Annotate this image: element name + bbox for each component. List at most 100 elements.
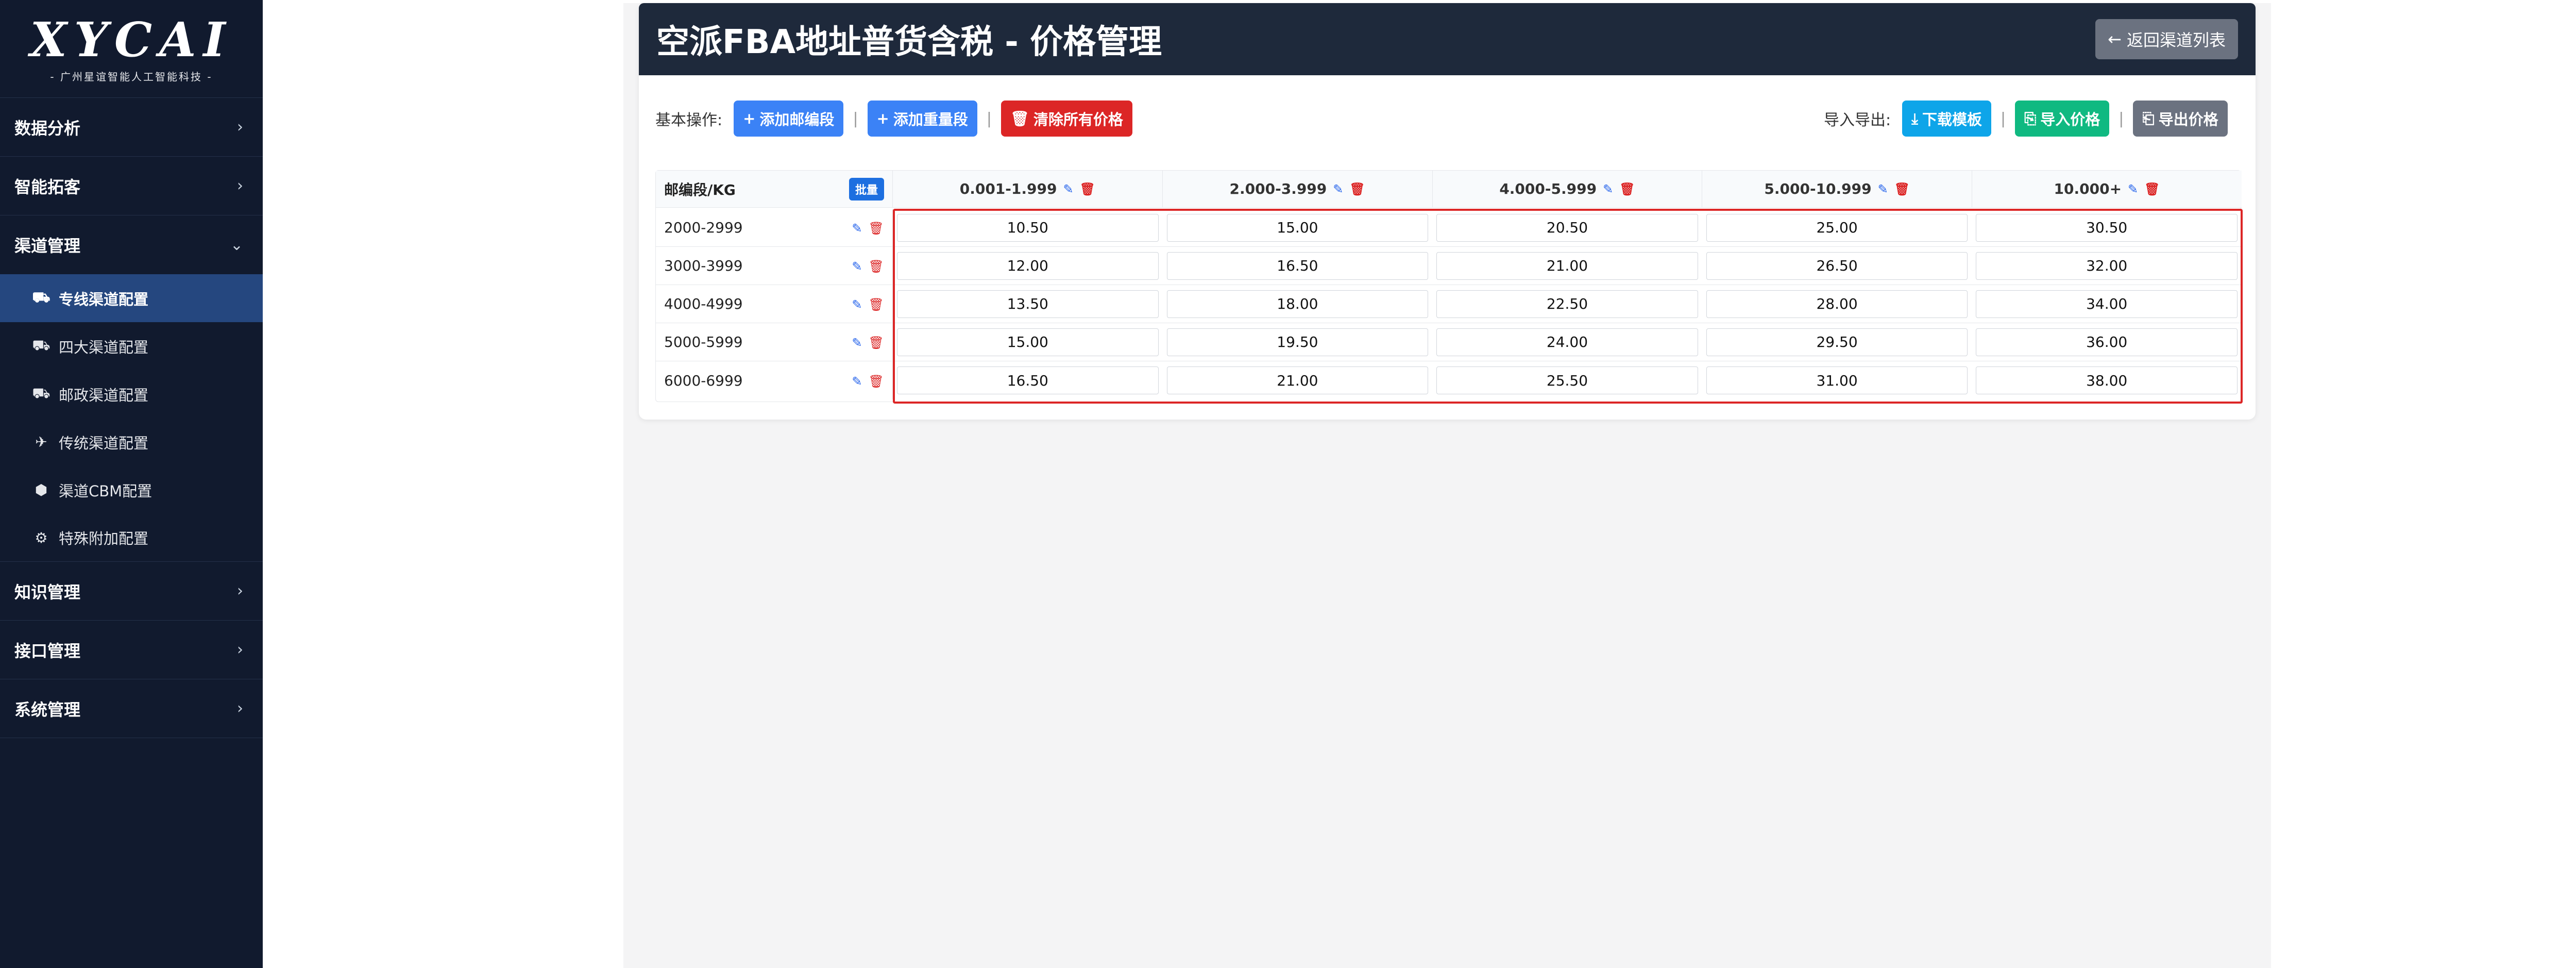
table-row: 2000-2999 ✎ 🗑 10.50 15.00 20.50 25.00 30.…	[656, 209, 2242, 247]
import-prices-label: 导入价格	[2040, 111, 2100, 128]
price-input[interactable]: 20.50	[1436, 213, 1698, 242]
price-input[interactable]: 10.50	[897, 213, 1159, 242]
sidebar-item-cbm-channel[interactable]: ⬢ 渠道CBM配置	[0, 466, 263, 514]
sidebar-group-knowledge[interactable]: 知识管理 ›	[0, 562, 263, 621]
trash-icon[interactable]: 🗑	[1619, 182, 1635, 196]
trash-icon[interactable]: 🗑	[869, 374, 884, 389]
weight-header-2: 4.000-5.999 ✎ 🗑	[1433, 171, 1703, 207]
edit-icon[interactable]: ✎	[1063, 182, 1073, 196]
trash-icon[interactable]: 🗑	[869, 221, 884, 236]
edit-icon[interactable]: ✎	[1878, 182, 1888, 196]
trash-icon[interactable]: 🗑	[869, 297, 884, 312]
trash-icon[interactable]: 🗑	[869, 336, 884, 350]
weight-header-4: 10.000+ ✎ 🗑	[1972, 171, 2242, 207]
price-input[interactable]: 24.00	[1436, 328, 1698, 356]
price-input[interactable]: 25.00	[1706, 213, 1968, 242]
price-input[interactable]: 21.00	[1436, 252, 1698, 280]
price-input[interactable]: 22.50	[1436, 290, 1698, 318]
price-input[interactable]: 16.50	[897, 366, 1159, 394]
edit-icon[interactable]: ✎	[852, 259, 862, 274]
content-gutter-right	[2271, 3, 2576, 968]
sidebar-item-dedicated-channel[interactable]: ⛟ 专线渠道配置	[0, 274, 263, 322]
price-input[interactable]: 15.00	[897, 328, 1159, 356]
chevron-right-icon: ›	[237, 118, 243, 136]
truck-icon: ⛟	[32, 385, 50, 402]
sidebar-item-special-surcharge[interactable]: ⚙ 特殊附加配置	[0, 514, 263, 562]
plane-icon: ✈	[35, 433, 47, 450]
file-import-icon: ⎘	[2024, 109, 2037, 127]
sidebar-group-label: 渠道管理	[14, 236, 81, 256]
weight-range-label: 5.000-10.999	[1764, 180, 1872, 197]
price-input[interactable]: 15.00	[1166, 213, 1429, 242]
export-prices-button[interactable]: ⎗ 导出价格	[2133, 101, 2228, 137]
plus-icon: +	[743, 110, 756, 127]
add-weight-range-button[interactable]: + 添加重量段	[867, 101, 977, 137]
sidebar-group-channel-management[interactable]: 渠道管理 ⌄	[0, 215, 263, 274]
batch-edit-button[interactable]: 批量	[849, 177, 884, 201]
weight-range-label: 4.000-5.999	[1499, 180, 1597, 197]
import-export-toolbar: 导入导出: ⤓ 下载模板 | ⎘ 导入价格 | ⎗ 导出价格	[1824, 101, 2228, 137]
clear-all-prices-button[interactable]: 🗑 清除所有价格	[1001, 101, 1132, 137]
sidebar-item-traditional-channel[interactable]: ✈ 传统渠道配置	[0, 418, 263, 466]
sidebar-group-system[interactable]: 系统管理 ›	[0, 679, 263, 738]
edit-icon[interactable]: ✎	[852, 297, 862, 312]
price-input[interactable]: 25.50	[1436, 366, 1698, 394]
trash-icon[interactable]: 🗑	[1349, 182, 1365, 196]
page-header: 空派FBA地址普货含税 - 价格管理 ← 返回渠道列表	[639, 3, 2256, 75]
zip-range-label: 6000-6999	[664, 372, 743, 389]
page-title: 空派FBA地址普货含税 - 价格管理	[656, 23, 1162, 61]
basic-operations-toolbar: 基本操作: + 添加邮编段 | + 添加重量段 | 🗑 清除所有价格	[655, 101, 1132, 137]
gear-icon: ⚙	[35, 529, 48, 546]
trash-icon[interactable]: 🗑	[1894, 182, 1910, 196]
import-prices-button[interactable]: ⎘ 导入价格	[2015, 101, 2110, 137]
download-template-label: 下载模板	[1922, 111, 1982, 128]
price-input[interactable]: 36.00	[1976, 328, 2238, 356]
price-input[interactable]: 13.50	[897, 290, 1159, 318]
add-zip-range-button[interactable]: + 添加邮编段	[734, 101, 844, 137]
edit-icon[interactable]: ✎	[852, 374, 862, 389]
sidebar-group-data-analysis[interactable]: 数据分析 ›	[0, 98, 263, 157]
price-input[interactable]: 32.00	[1976, 252, 2238, 280]
price-input[interactable]: 28.00	[1706, 290, 1968, 318]
edit-icon[interactable]: ✎	[2128, 182, 2138, 196]
edit-icon[interactable]: ✎	[852, 221, 862, 236]
price-input[interactable]: 29.50	[1706, 328, 1968, 356]
zip-range-cell: 3000-3999 ✎ 🗑	[656, 247, 893, 285]
sidebar-group-api[interactable]: 接口管理 ›	[0, 621, 263, 679]
zip-range-cell: 2000-2999 ✎ 🗑	[656, 209, 893, 246]
sidebar-item-label: 专线渠道配置	[59, 290, 149, 308]
download-icon: ⤓	[1911, 109, 1918, 127]
trash-icon[interactable]: 🗑	[869, 259, 884, 274]
truck-icon: ⛟	[32, 289, 50, 306]
trash-icon[interactable]: 🗑	[2144, 182, 2160, 196]
price-input[interactable]: 30.50	[1976, 213, 2238, 242]
sidebar-group-smart-leads[interactable]: 智能拓客 ›	[0, 157, 263, 215]
sidebar-item-label: 渠道CBM配置	[59, 482, 152, 500]
price-grid: 邮编段/KG 批量 0.001-1.999 ✎ 🗑 2.000-3.999 ✎ …	[655, 170, 2242, 402]
price-input[interactable]: 31.00	[1706, 366, 1968, 394]
import-export-label: 导入导出:	[1824, 111, 1891, 129]
table-row: 4000-4999 ✎ 🗑 13.50 18.00 22.50 28.00 34.…	[656, 285, 2242, 323]
price-input[interactable]: 19.50	[1166, 328, 1429, 356]
price-input[interactable]: 34.00	[1976, 290, 2238, 318]
price-input[interactable]: 12.00	[897, 252, 1159, 280]
trash-icon[interactable]: 🗑	[1080, 182, 1095, 196]
edit-icon[interactable]: ✎	[1603, 182, 1613, 196]
sidebar-item-label: 传统渠道配置	[59, 434, 149, 452]
export-prices-label: 导出价格	[2158, 111, 2218, 128]
price-input[interactable]: 16.50	[1166, 252, 1429, 280]
corner-label: 邮编段/KG	[664, 181, 736, 198]
sidebar-item-big-four-channel[interactable]: ⛟ 四大渠道配置	[0, 322, 263, 370]
weight-range-label: 0.001-1.999	[959, 180, 1057, 197]
price-input[interactable]: 38.00	[1976, 366, 2238, 394]
download-template-button[interactable]: ⤓ 下载模板	[1902, 101, 1991, 137]
price-input[interactable]: 26.50	[1706, 252, 1968, 280]
edit-icon[interactable]: ✎	[852, 336, 862, 350]
price-input[interactable]: 18.00	[1166, 290, 1429, 318]
edit-icon[interactable]: ✎	[1333, 182, 1343, 196]
back-to-channel-list-button[interactable]: ← 返回渠道列表	[2095, 19, 2238, 59]
sidebar-item-postal-channel[interactable]: ⛟ 邮政渠道配置	[0, 370, 263, 418]
sidebar-group-label: 接口管理	[14, 641, 81, 661]
chevron-down-icon: ⌄	[230, 236, 243, 254]
price-input[interactable]: 21.00	[1166, 366, 1429, 394]
